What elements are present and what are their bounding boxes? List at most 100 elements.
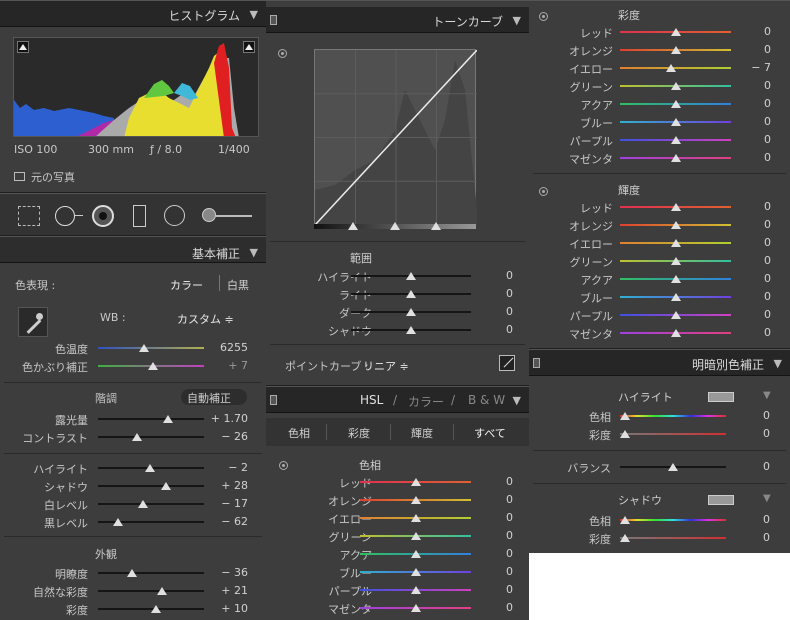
temp-slider-knob[interactable] xyxy=(138,344,149,352)
balance-knob[interactable] xyxy=(668,463,678,471)
split-shadow-hue-value[interactable]: 0 xyxy=(763,513,770,526)
tone2-slider-track[interactable] xyxy=(98,485,204,487)
luminance-slider-value[interactable]: 0 xyxy=(764,308,771,321)
tab-hue[interactable]: 色相 xyxy=(288,425,310,441)
tone-curve-header[interactable]: トーンカーブ ▼ xyxy=(266,7,529,33)
luminance-slider-value[interactable]: 0 xyxy=(764,218,771,231)
split-highlight-sat-knob[interactable] xyxy=(620,430,630,438)
collapse-triangle-icon[interactable]: ▼ xyxy=(513,394,521,407)
split-shadow-hue-knob[interactable] xyxy=(620,516,630,524)
tab-saturation[interactable]: 彩度 xyxy=(348,425,370,441)
split-shadow-sat-value[interactable]: 0 xyxy=(763,531,770,544)
luminance-slider-value[interactable]: 0 xyxy=(764,236,771,249)
region-slider-value[interactable]: 0 xyxy=(506,287,513,300)
presence-slider-knob[interactable] xyxy=(126,569,137,577)
shadow-color-swatch[interactable] xyxy=(708,495,734,505)
collapse-triangle-icon[interactable]: ▼ xyxy=(513,14,521,27)
presence-slider-value[interactable]: + 10 xyxy=(221,602,248,615)
region-slider-knob[interactable] xyxy=(406,290,416,298)
original-photo-checkbox[interactable] xyxy=(14,172,25,181)
saturation-slider-value[interactable]: 0 xyxy=(764,25,771,38)
tone-curve-graph[interactable] xyxy=(314,49,478,226)
tone2-slider-knob[interactable] xyxy=(160,482,171,490)
collapse-triangle-icon[interactable]: ▼ xyxy=(250,246,258,259)
crop-overlay-icon[interactable] xyxy=(18,206,40,226)
presence-slider-value[interactable]: − 36 xyxy=(221,566,248,579)
wb-eyedropper-icon[interactable] xyxy=(18,307,48,337)
split-shadow-hue-track[interactable] xyxy=(620,519,726,521)
tone2-slider-value[interactable]: − 2 xyxy=(228,461,248,474)
luminance-slider-knob[interactable] xyxy=(670,293,681,301)
targeted-adjustment-icon[interactable] xyxy=(278,49,287,58)
edit-point-curve-icon[interactable] xyxy=(499,355,515,371)
shadow-clipping-icon[interactable] xyxy=(17,41,29,53)
split-toning-header[interactable]: 明暗別色補正 ▼ xyxy=(529,350,790,376)
temp-slider-track[interactable] xyxy=(98,347,204,349)
luminance-slider-value[interactable]: 0 xyxy=(764,254,771,267)
collapse-triangle-icon[interactable]: ▼ xyxy=(774,357,782,370)
region-slider-knob[interactable] xyxy=(406,326,416,334)
adjustment-brush-icon[interactable] xyxy=(202,208,216,222)
region-slider-value[interactable]: 0 xyxy=(506,323,513,336)
point-curve-value[interactable]: リニア ≑ xyxy=(363,358,409,374)
wb-value[interactable]: カスタム ≑ xyxy=(177,311,234,327)
hsl-slider-value[interactable]: 0 xyxy=(506,583,513,596)
hsl-slider-value[interactable]: 0 xyxy=(506,475,513,488)
shadow-disclosure-icon[interactable]: ▼ xyxy=(763,493,771,504)
hsl-slider-knob[interactable] xyxy=(410,514,421,522)
luminance-slider-knob[interactable] xyxy=(670,257,681,265)
treatment-color-option[interactable]: カラー xyxy=(170,277,203,293)
tone2-slider-value[interactable]: + 28 xyxy=(221,479,248,492)
tone-slider-knob[interactable] xyxy=(132,433,143,441)
graduated-filter-icon[interactable] xyxy=(133,205,146,227)
split-knob-highlights[interactable] xyxy=(431,222,441,230)
hsl-slider-value[interactable]: 0 xyxy=(506,565,513,578)
tab-luminance[interactable]: 輝度 xyxy=(411,425,433,441)
presence-slider-knob[interactable] xyxy=(151,605,162,613)
hsl-slider-knob[interactable] xyxy=(410,532,421,540)
red-eye-icon[interactable] xyxy=(92,205,114,227)
saturation-slider-value[interactable]: 0 xyxy=(764,133,771,146)
split-shadow-sat-track[interactable] xyxy=(620,537,726,539)
hsl-slider-knob[interactable] xyxy=(410,586,421,594)
saturation-slider-value[interactable]: 0 xyxy=(764,97,771,110)
tone-slider-value[interactable]: − 26 xyxy=(221,430,248,443)
saturation-slider-knob[interactable] xyxy=(670,82,681,90)
basic-header[interactable]: 基本補正 ▼ xyxy=(0,237,266,263)
radial-filter-icon[interactable] xyxy=(164,205,185,226)
treatment-bw-option[interactable]: 白黒 xyxy=(227,277,249,293)
tint-value[interactable]: + 7 xyxy=(228,359,248,372)
luminance-slider-knob[interactable] xyxy=(670,275,681,283)
tone-slider-track[interactable] xyxy=(98,436,204,438)
hsl-slider-value[interactable]: 0 xyxy=(506,493,513,506)
saturation-slider-value[interactable]: 0 xyxy=(764,43,771,56)
luminance-slider-value[interactable]: 0 xyxy=(764,272,771,285)
panel-switch-icon[interactable] xyxy=(533,358,540,368)
luminance-slider-knob[interactable] xyxy=(670,239,681,247)
split-shadow-sat-knob[interactable] xyxy=(620,534,630,542)
split-highlight-hue-track[interactable] xyxy=(620,415,726,417)
region-slider-value[interactable]: 0 xyxy=(506,305,513,318)
presence-slider-track[interactable] xyxy=(98,572,204,574)
split-knob-shadows[interactable] xyxy=(348,222,358,230)
luminance-slider-knob[interactable] xyxy=(670,203,681,211)
tone2-slider-knob[interactable] xyxy=(144,464,155,472)
hsl-header[interactable]: HSL / カラー / B & W ▼ xyxy=(266,387,529,413)
collapse-triangle-icon[interactable]: ▼ xyxy=(250,8,258,21)
presence-slider-value[interactable]: + 21 xyxy=(221,584,248,597)
hsl-slider-knob[interactable] xyxy=(410,478,421,486)
tone2-slider-value[interactable]: − 17 xyxy=(221,497,248,510)
original-photo-label[interactable]: 元の写真 xyxy=(31,169,75,185)
tone2-slider-value[interactable]: − 62 xyxy=(221,515,248,528)
tint-slider-knob[interactable] xyxy=(148,362,159,370)
hsl-slider-value[interactable]: 0 xyxy=(506,529,513,542)
presence-slider-knob[interactable] xyxy=(156,587,167,595)
saturation-slider-knob[interactable] xyxy=(666,64,677,72)
histogram-header[interactable]: ヒストグラム ▼ xyxy=(0,1,266,27)
panel-switch-icon[interactable] xyxy=(270,395,277,405)
saturation-slider-knob[interactable] xyxy=(670,28,681,36)
tone-slider-knob[interactable] xyxy=(162,415,173,423)
saturation-slider-value[interactable]: − 7 xyxy=(751,61,771,74)
hsl-title-color[interactable]: カラー xyxy=(408,393,444,410)
hsl-slider-knob[interactable] xyxy=(410,604,421,612)
